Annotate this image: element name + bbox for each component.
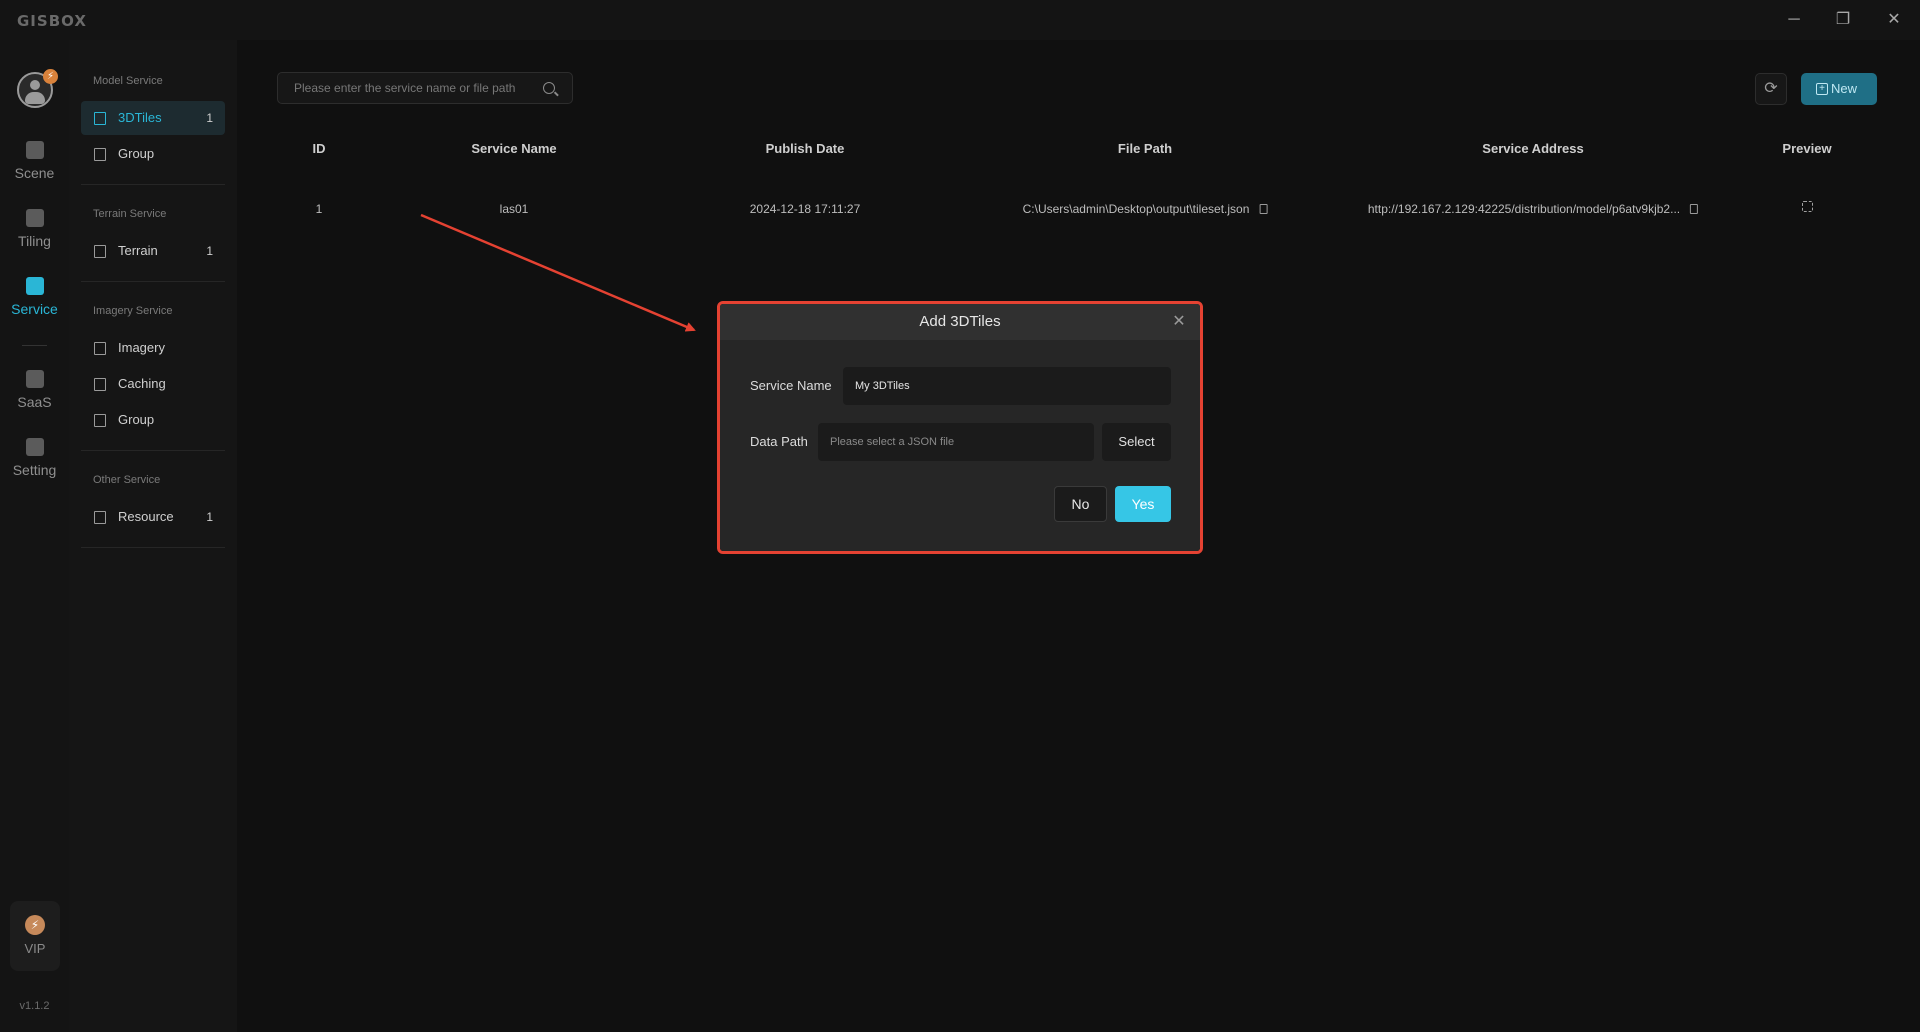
add-icon: + bbox=[1816, 83, 1828, 95]
rail-item-service[interactable]: Service bbox=[0, 277, 69, 337]
subnav-item-count: 1 bbox=[206, 244, 213, 258]
tiles-icon bbox=[94, 112, 106, 125]
arrow-line bbox=[420, 213, 696, 332]
dialog-title: Add 3DTiles bbox=[720, 304, 1200, 340]
data-path-label: Data Path bbox=[750, 434, 808, 449]
rail-item-saas[interactable]: SaaS bbox=[0, 370, 69, 430]
subnav-item-label: Imagery bbox=[118, 340, 165, 355]
app-logo: GISBOX bbox=[17, 12, 87, 30]
resource-icon bbox=[94, 511, 106, 524]
rail-item-label: Scene bbox=[14, 165, 55, 181]
rail-item-scene[interactable]: Scene bbox=[0, 141, 69, 201]
user-body-shape bbox=[25, 92, 45, 104]
column-header-preview: Preview bbox=[1782, 141, 1832, 156]
group-title-imagery: Imagery Service bbox=[93, 305, 173, 317]
rail-item-label: Tiling bbox=[18, 233, 51, 249]
cell-file-path: C:\Users\admin\Desktop\output\tileset.js… bbox=[1023, 202, 1268, 216]
vip-bolt-icon: ⚡ bbox=[25, 915, 45, 935]
refresh-button[interactable]: ⟳ bbox=[1755, 73, 1787, 105]
subnav-item-label: Group bbox=[118, 412, 155, 427]
group-title-terrain: Terrain Service bbox=[93, 208, 167, 220]
column-header-publish-date: Publish Date bbox=[765, 141, 845, 156]
search-input[interactable] bbox=[278, 73, 538, 103]
service-address-text: http://192.167.2.129:42225/distribution/… bbox=[1367, 202, 1681, 216]
subnav-divider bbox=[81, 547, 225, 548]
restore-icon[interactable]: ❐ bbox=[1826, 8, 1860, 32]
column-header-id: ID bbox=[312, 141, 326, 156]
file-path-text: C:\Users\admin\Desktop\output\tileset.js… bbox=[1022, 202, 1250, 216]
yes-button[interactable]: Yes bbox=[1115, 486, 1171, 522]
group-icon bbox=[94, 414, 106, 427]
bolt-icon: ⚡ bbox=[43, 69, 58, 84]
new-button[interactable]: + New bbox=[1801, 73, 1877, 105]
rail-divider bbox=[22, 345, 47, 346]
title-bar: GISBOX ─ ❐ ✕ bbox=[0, 0, 1920, 40]
copy-icon[interactable] bbox=[1259, 204, 1268, 214]
subnav-item-resource[interactable]: Resource 1 bbox=[81, 500, 225, 534]
subnav-item-terrain[interactable]: Terrain 1 bbox=[81, 234, 225, 268]
caching-icon bbox=[94, 378, 106, 391]
rail-item-setting[interactable]: Setting bbox=[0, 438, 69, 498]
cell-service-name: las01 bbox=[499, 202, 529, 216]
service-name-input[interactable] bbox=[843, 367, 1171, 405]
subnav-divider bbox=[81, 450, 225, 451]
subnav-divider bbox=[81, 184, 225, 185]
close-icon[interactable]: ✕ bbox=[1170, 313, 1188, 331]
rail-item-label: Setting bbox=[12, 462, 57, 478]
subnav-item-label: Resource bbox=[118, 509, 174, 524]
imagery-icon bbox=[94, 342, 106, 355]
subnav-item-model-group[interactable]: Group bbox=[81, 137, 225, 171]
subnav-item-label: Caching bbox=[118, 376, 166, 391]
subnav-item-count: 1 bbox=[206, 111, 213, 125]
group-title-other: Other Service bbox=[93, 474, 161, 486]
terrain-icon bbox=[94, 245, 106, 258]
cell-publish-date: 2024-12-18 17:11:27 bbox=[749, 202, 861, 216]
saas-icon bbox=[25, 370, 44, 388]
group-icon bbox=[94, 148, 106, 161]
copy-icon[interactable] bbox=[1690, 204, 1699, 214]
service-name-label: Service Name bbox=[750, 378, 832, 393]
rail-item-label: SaaS bbox=[17, 394, 52, 410]
vip-button[interactable]: ⚡ VIP bbox=[10, 901, 60, 971]
app-version: v1.1.2 bbox=[19, 1000, 50, 1012]
rail-item-tiling[interactable]: Tiling bbox=[0, 209, 69, 269]
tiling-icon bbox=[25, 209, 44, 227]
subnav-item-imagery-group[interactable]: Group bbox=[81, 403, 225, 437]
subnav-item-label: 3DTiles bbox=[118, 110, 162, 125]
search-icon[interactable] bbox=[543, 82, 555, 94]
minimize-icon[interactable]: ─ bbox=[1777, 8, 1811, 32]
service-icon bbox=[25, 277, 44, 295]
setting-icon bbox=[25, 438, 44, 456]
select-file-button[interactable]: Select bbox=[1102, 423, 1171, 461]
subnav-item-label: Terrain bbox=[118, 243, 158, 258]
user-head-shape bbox=[30, 80, 40, 90]
cell-id: 1 bbox=[315, 202, 323, 216]
main-rail: ⚡ Scene Tiling Service SaaS Setting ⚡ VI… bbox=[0, 40, 69, 1032]
subnav-item-count: 1 bbox=[206, 510, 213, 524]
vip-label: VIP bbox=[24, 941, 46, 956]
subnav-item-imagery[interactable]: Imagery bbox=[81, 331, 225, 365]
subnav-divider bbox=[81, 281, 225, 282]
column-header-service-address: Service Address bbox=[1482, 141, 1584, 156]
search-box bbox=[277, 72, 573, 104]
column-header-file-path: File Path bbox=[1117, 141, 1173, 156]
data-path-input[interactable] bbox=[818, 423, 1094, 461]
no-button[interactable]: No bbox=[1054, 486, 1107, 522]
cell-service-address: http://192.167.2.129:42225/distribution/… bbox=[1367, 202, 1699, 216]
rail-item-label: Service bbox=[11, 301, 58, 317]
column-header-service-name: Service Name bbox=[471, 141, 557, 156]
close-window-icon[interactable]: ✕ bbox=[1877, 8, 1911, 32]
add-3dtiles-dialog: Add 3DTiles ✕ Service Name Data Path Sel… bbox=[720, 304, 1200, 551]
new-button-label: New bbox=[1831, 81, 1858, 96]
subnav-item-caching[interactable]: Caching bbox=[81, 367, 225, 401]
subnav-item-label: Group bbox=[118, 146, 155, 161]
group-title-model: Model Service bbox=[93, 75, 163, 87]
preview-icon[interactable] bbox=[1802, 201, 1813, 212]
scene-icon bbox=[25, 141, 44, 159]
service-subnav: Model Service 3DTiles 1 Group Terrain Se… bbox=[69, 40, 237, 1032]
subnav-item-3dtiles[interactable]: 3DTiles 1 bbox=[81, 101, 225, 135]
